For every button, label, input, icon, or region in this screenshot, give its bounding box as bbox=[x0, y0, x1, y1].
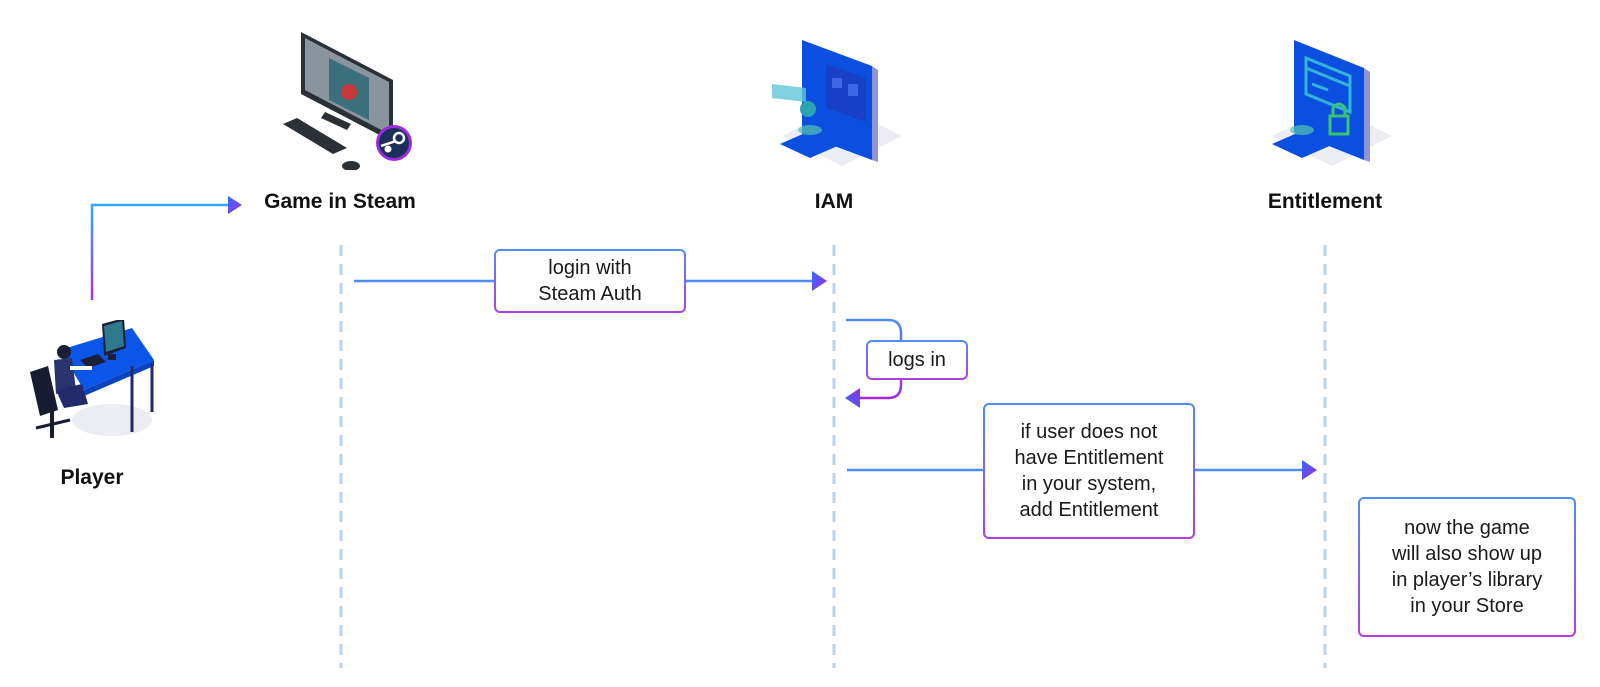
actor-label-game-in-steam: Game in Steam bbox=[264, 190, 416, 213]
actor-label-entitlement: Entitlement bbox=[1267, 190, 1383, 213]
desktop-steam-icon bbox=[283, 32, 412, 170]
arrow-player-to-game bbox=[90, 203, 228, 300]
actor-label-iam: IAM bbox=[814, 190, 854, 213]
message-login-with-steam-auth: login with Steam Auth bbox=[494, 249, 686, 313]
actor-label-player: Player bbox=[60, 466, 124, 489]
arrowhead-game-to-iam bbox=[812, 271, 827, 291]
note-game-shows-in-library: now the game will also show up in player… bbox=[1358, 497, 1576, 637]
person-at-desk-icon bbox=[30, 320, 154, 438]
message-logs-in: logs in bbox=[866, 340, 968, 380]
entitlement-lock-icon bbox=[1272, 40, 1392, 166]
arrowhead-iam-self bbox=[845, 388, 860, 408]
message-add-entitlement: if user does not have Entitlement in you… bbox=[983, 403, 1195, 539]
arrowhead-iam-to-entitlement bbox=[1302, 460, 1317, 480]
iam-server-icon bbox=[772, 40, 902, 166]
